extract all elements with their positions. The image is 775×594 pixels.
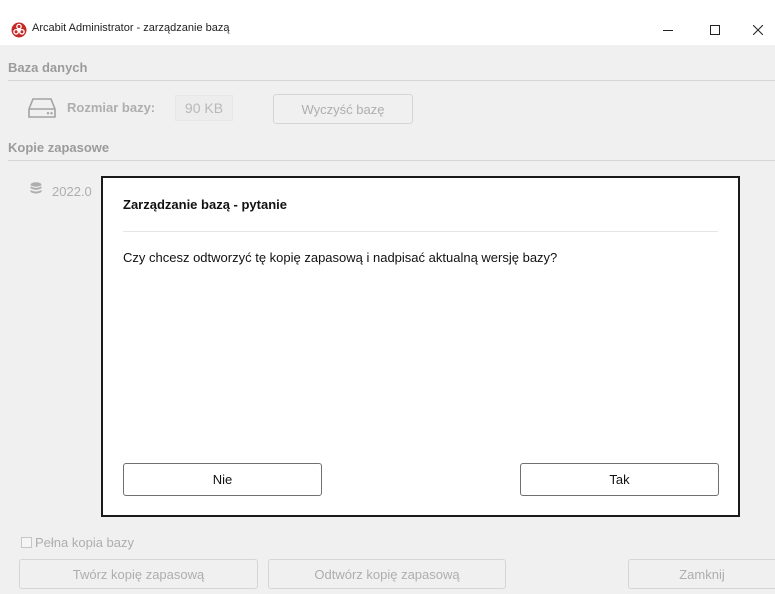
close-icon	[752, 24, 763, 35]
minimize-button[interactable]	[645, 14, 691, 45]
dialog-title: Zarządzanie bazą - pytanie	[123, 197, 287, 212]
dialog-message: Czy chcesz odtworzyć tę kopię zapasową i…	[123, 250, 558, 265]
title-bar: Arcabit Administrator - zarządzanie bazą	[0, 14, 775, 45]
maximize-icon	[710, 24, 720, 35]
close-window-button[interactable]	[740, 14, 775, 45]
maximize-button[interactable]	[692, 14, 738, 45]
dialog-divider	[123, 231, 718, 232]
no-button[interactable]: Nie	[123, 463, 322, 496]
minimize-icon	[663, 29, 673, 31]
window-title: Arcabit Administrator - zarządzanie bazą	[32, 22, 230, 34]
confirm-dialog: Zarządzanie bazą - pytanie Czy chcesz od…	[101, 176, 740, 517]
arcabit-logo-icon	[11, 22, 27, 38]
yes-button[interactable]: Tak	[520, 463, 719, 496]
